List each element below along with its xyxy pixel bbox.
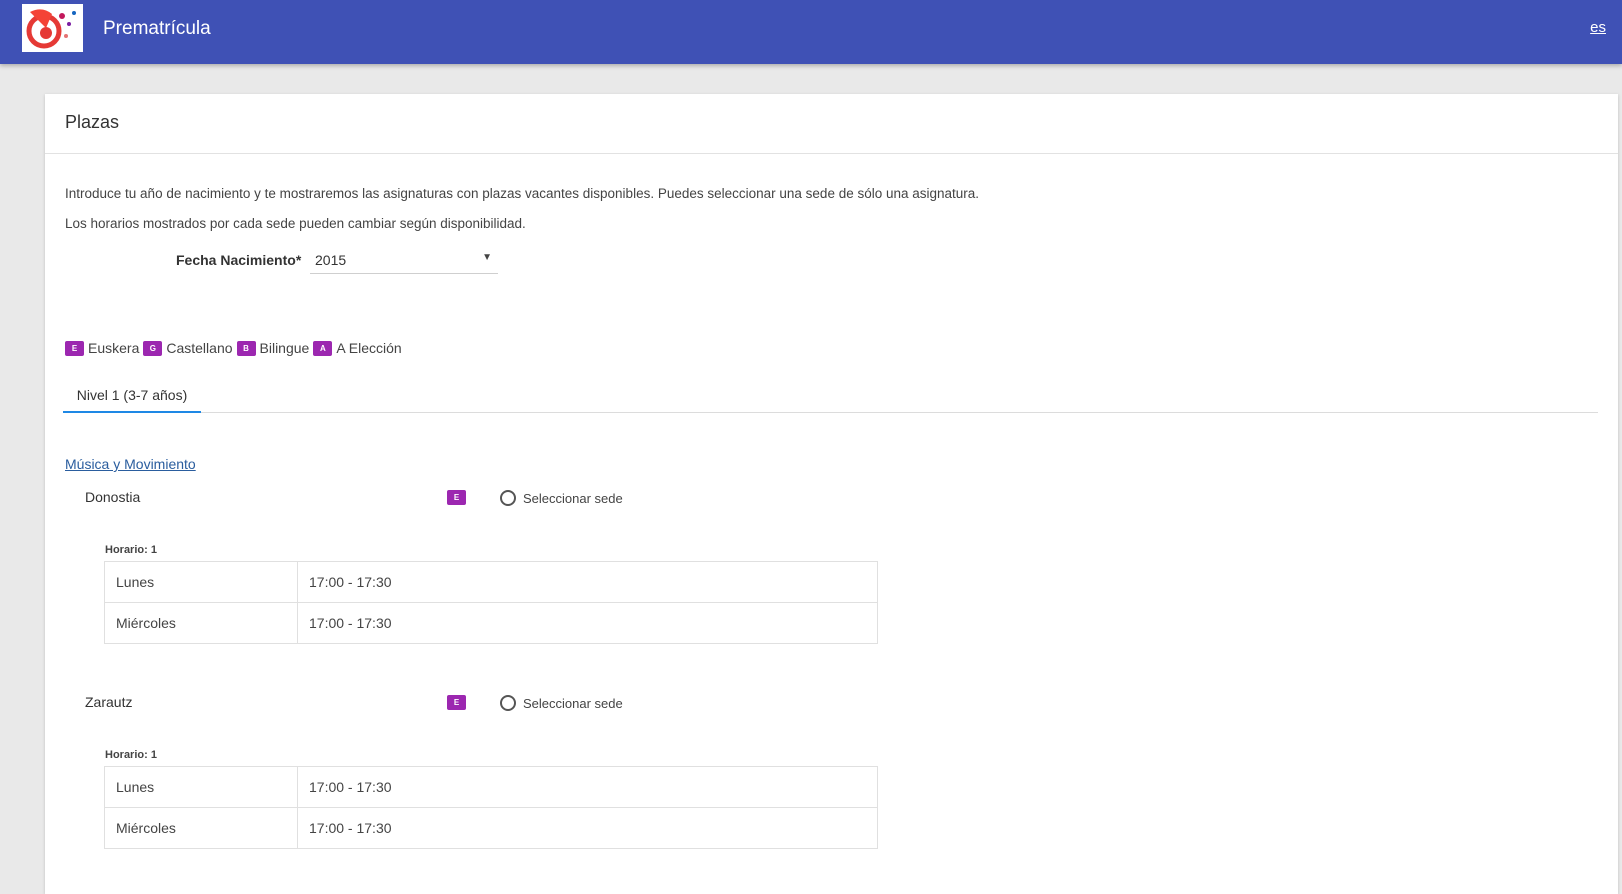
sede-name: Donostia [85, 489, 141, 505]
table-row: Miércoles 17:00 - 17:30 [104, 602, 878, 644]
legend-label: Castellano [166, 340, 233, 356]
intro-text-2: Los horarios mostrados por cada sede pue… [65, 216, 526, 231]
schedule-table: Lunes 17:00 - 17:30 Miércoles 17:00 - 17… [104, 766, 878, 849]
legend-item-eleccion: A A Elección [313, 340, 402, 356]
plazas-card: Plazas Introduce tu año de nacimiento y … [45, 94, 1618, 894]
horario-title: Horario: 1 [105, 749, 157, 761]
schedule-day: Lunes [104, 561, 298, 603]
language-badge: B [236, 340, 256, 356]
schedule-day: Miércoles [104, 807, 298, 849]
birth-date-label: Fecha Nacimiento* [176, 252, 302, 268]
legend-item-bilingue: B Bilingue [236, 340, 310, 356]
legend-item-castellano: G Castellano [143, 340, 233, 356]
schedule-time: 17:00 - 17:30 [297, 807, 878, 849]
schedule-time: 17:00 - 17:30 [297, 602, 878, 644]
schedule-time: 17:00 - 17:30 [297, 561, 878, 603]
legend-label: A Elección [336, 340, 402, 356]
tab-nivel-1[interactable]: Nivel 1 (3-7 años) [63, 380, 201, 413]
select-sede-radio[interactable]: Seleccionar sede [500, 490, 623, 506]
school-logo[interactable] [22, 4, 83, 52]
horario-title: Horario: 1 [105, 544, 157, 556]
table-row: Lunes 17:00 - 17:30 [104, 561, 878, 603]
radio-circle-icon[interactable] [500, 490, 516, 506]
sede-block: Zarautz E Seleccionar sede Horario: 1 Lu… [45, 694, 1045, 874]
language-badge: G [143, 340, 163, 356]
schedule-day: Miércoles [104, 602, 298, 644]
subject-link[interactable]: Música y Movimiento [65, 456, 196, 472]
schedule-table: Lunes 17:00 - 17:30 Miércoles 17:00 - 17… [104, 561, 878, 644]
sede-name: Zarautz [85, 694, 133, 710]
language-selector[interactable]: es [1590, 19, 1606, 36]
radio-circle-icon[interactable] [500, 695, 516, 711]
legend-item-euskera: E Euskera [65, 340, 139, 356]
level-tabs: Nivel 1 (3-7 años) [63, 380, 1598, 413]
legend-label: Bilingue [259, 340, 310, 356]
app-title: Prematrícula [103, 18, 211, 39]
card-title: Plazas [45, 94, 1618, 154]
sede-block: Donostia E Seleccionar sede Horario: 1 L… [45, 489, 1045, 669]
language-badge: E [447, 490, 466, 505]
legend-label: Euskera [88, 340, 140, 356]
language-badge: E [447, 695, 466, 710]
schedule-day: Lunes [104, 766, 298, 808]
dropdown-arrow-icon: ▼ [482, 252, 492, 263]
select-sede-label: Seleccionar sede [523, 695, 623, 711]
table-row: Miércoles 17:00 - 17:30 [104, 807, 878, 849]
schedule-time: 17:00 - 17:30 [297, 766, 878, 808]
select-sede-radio[interactable]: Seleccionar sede [500, 695, 623, 711]
language-badge: E [65, 340, 84, 356]
top-app-bar: Prematrícula es [0, 0, 1622, 64]
intro-text-1: Introduce tu año de nacimiento y te most… [65, 186, 980, 201]
select-sede-label: Seleccionar sede [523, 490, 623, 506]
table-row: Lunes 17:00 - 17:30 [104, 766, 878, 808]
birth-year-select[interactable]: 2015 ▼ [310, 242, 498, 274]
language-badge: A [313, 340, 333, 356]
birth-year-value: 2015 [315, 252, 347, 268]
language-legend: E Euskera G Castellano B Bilingue A A El… [65, 340, 406, 356]
